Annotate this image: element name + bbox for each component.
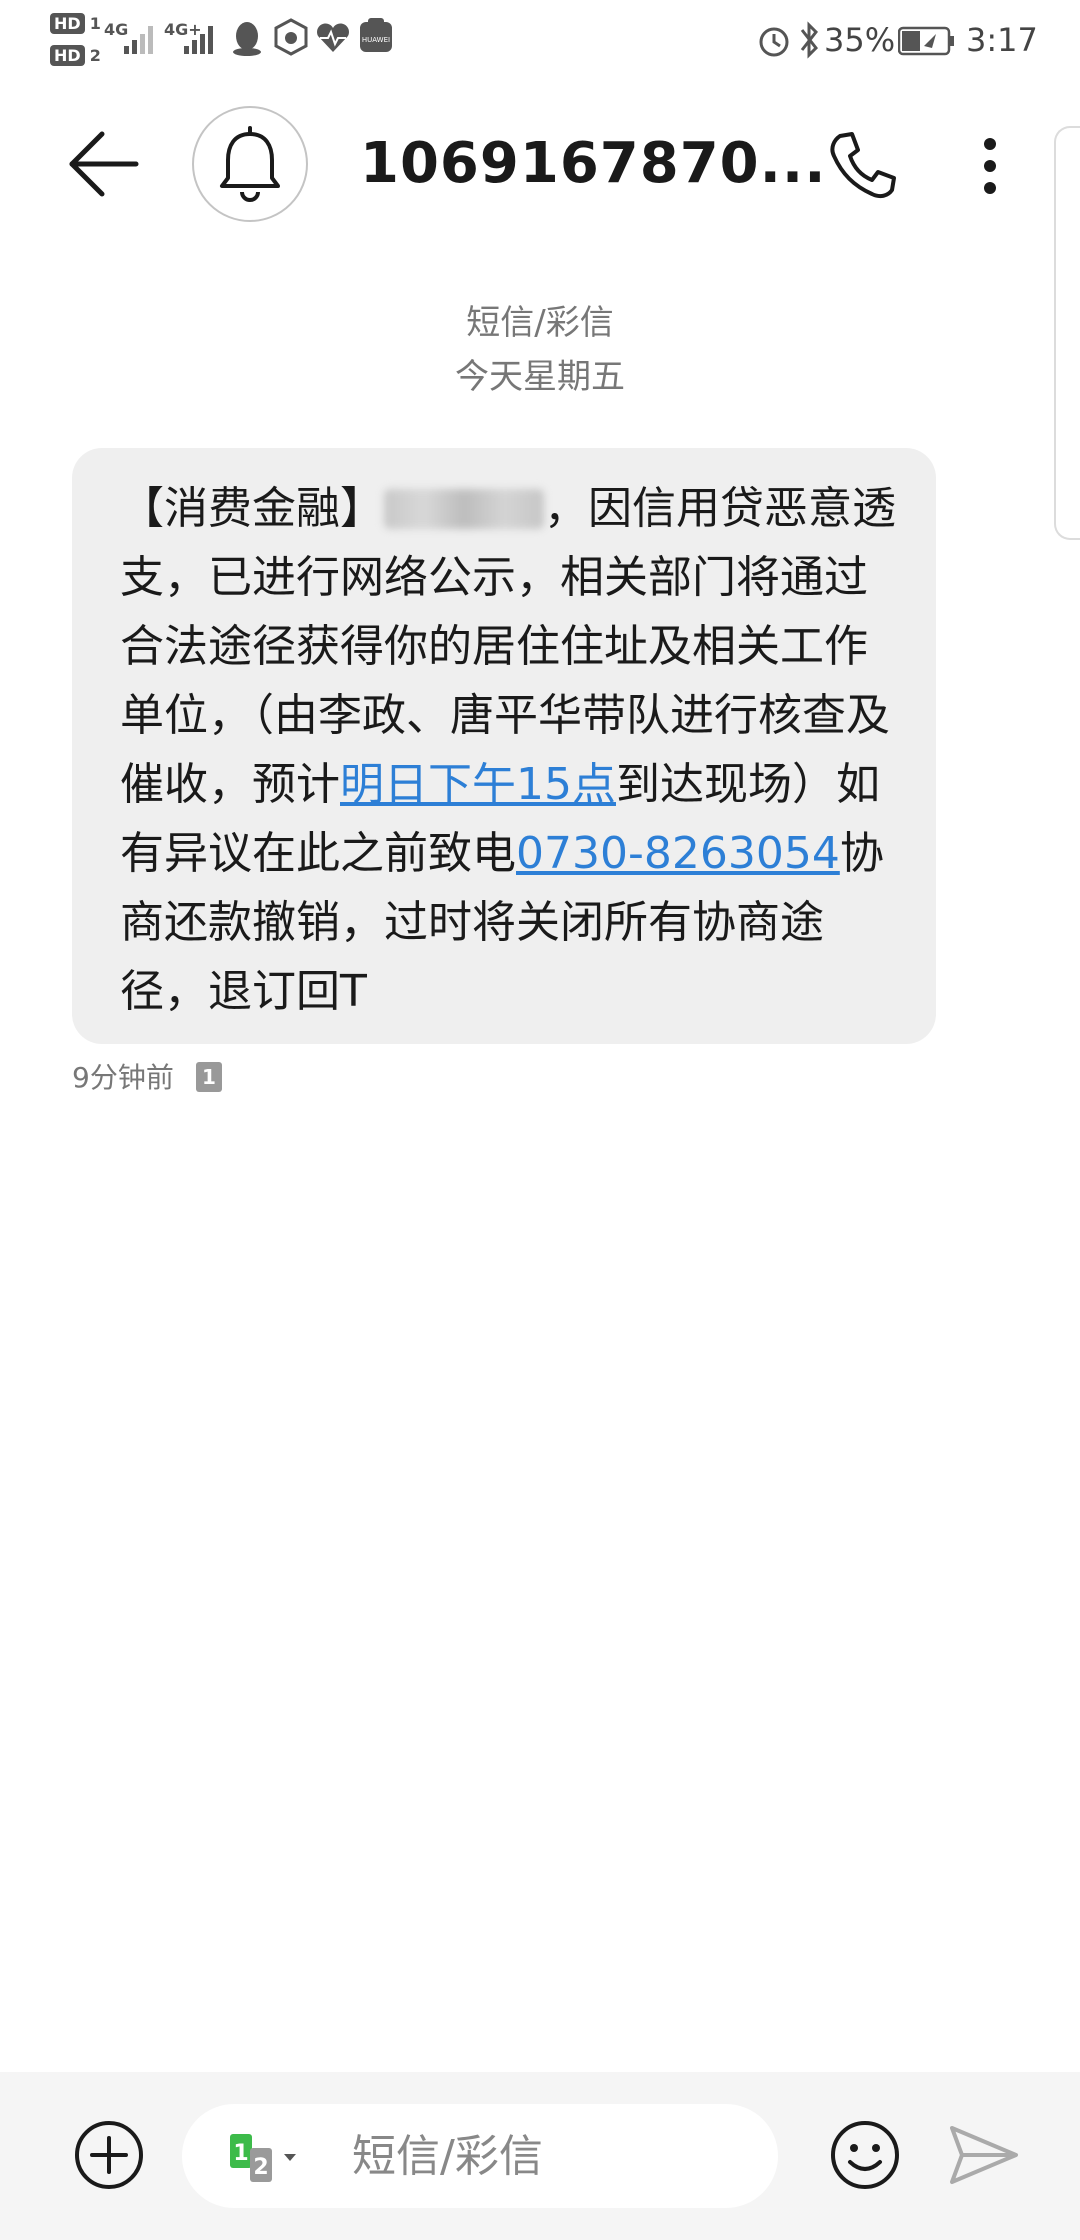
svg-text:HUAWEI: HUAWEI — [362, 36, 390, 44]
sim2-select-label: 2 — [253, 2155, 268, 2180]
sim2-number: 2 — [89, 46, 101, 65]
message-timestamp: 9分钟前 — [72, 1061, 174, 1094]
emoji-icon — [831, 2121, 899, 2189]
heart-rate-icon — [317, 23, 349, 52]
redacted-name — [384, 489, 544, 529]
sim2-indicator: HD 2 — [50, 45, 101, 66]
contact-avatar[interactable] — [192, 106, 308, 222]
battery-icon — [898, 26, 954, 56]
more-vertical-icon — [984, 138, 996, 194]
send-icon — [950, 2126, 1018, 2184]
sim1-select-label: 1 — [233, 2141, 248, 2166]
alarm-icon — [759, 27, 789, 57]
qq-icon — [233, 22, 261, 56]
sim1-hd-label: HD — [50, 13, 85, 34]
add-icon — [75, 2121, 143, 2189]
bluetooth-icon — [800, 21, 818, 59]
time-link[interactable]: 明日下午15点 — [340, 759, 616, 810]
sim-select-icon: 1 2 — [230, 2134, 296, 2182]
sim2-hd-label: HD — [50, 45, 85, 66]
add-attachment-button[interactable] — [72, 2118, 146, 2192]
clock: 3:17 — [966, 21, 1038, 59]
huawei-icon: HUAWEI — [360, 18, 392, 52]
sim1-number: 1 — [89, 14, 101, 33]
emoji-button[interactable] — [828, 2118, 902, 2192]
bell-icon — [220, 126, 280, 202]
message-text: 【消费金融】 ，因信用贷恶意透支，已进行网络公示，相关部门将通过合法途径获得你的居… — [120, 474, 900, 1026]
status-bar: HD 1 HD 2 4G 4G+ HUAWEI 35% 3:17 — [0, 0, 1080, 80]
signal-2-icon — [184, 26, 213, 54]
sim-selector[interactable]: 1 2 — [230, 2134, 310, 2184]
message-input-placeholder: 短信/彩信 — [352, 2131, 543, 2182]
back-button[interactable] — [62, 120, 152, 210]
send-button[interactable] — [948, 2122, 1020, 2188]
battery-percent: 35% — [824, 21, 896, 59]
phone-number-link[interactable]: 0730-8263054 — [516, 828, 840, 879]
sim-badge: 1 — [196, 1062, 222, 1092]
sim1-indicator: HD 1 — [50, 13, 101, 34]
message-text-part: 【消费金融】 — [120, 483, 384, 534]
phone-icon — [830, 132, 896, 199]
hand-icon — [274, 18, 308, 56]
call-button[interactable] — [822, 126, 902, 206]
conversation-title: 1069167870... — [360, 131, 827, 196]
message-type-label: 短信/彩信 — [466, 303, 614, 343]
more-options-button[interactable] — [960, 126, 1020, 206]
signal-1-icon — [124, 26, 153, 54]
date-separator: 今天星期五 — [455, 357, 625, 397]
back-arrow-icon — [69, 131, 139, 197]
